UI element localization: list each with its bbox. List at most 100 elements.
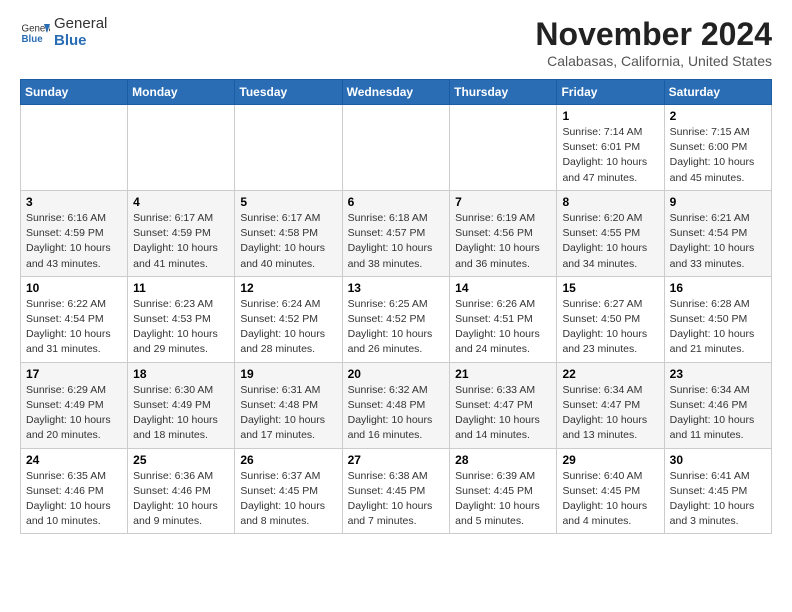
day-info: Sunrise: 6:34 AMSunset: 4:46 PMDaylight:… xyxy=(670,383,766,444)
calendar-cell: 28Sunrise: 6:39 AMSunset: 4:45 PMDayligh… xyxy=(450,448,557,534)
day-info: Sunrise: 6:28 AMSunset: 4:50 PMDaylight:… xyxy=(670,297,766,358)
calendar-cell: 18 Sunrise: 6:30 AMSunset: 4:49 PMDayligh… xyxy=(128,362,235,448)
day-info: Sunrise: 6:17 AMSunset: 4:59 PMDaylight:… xyxy=(133,211,229,272)
calendar-cell: 8 Sunrise: 6:20 AMSunset: 4:55 PMDaylight… xyxy=(557,190,664,276)
week-row-4: 17Sunrise: 6:29 AMSunset: 4:49 PMDayligh… xyxy=(21,362,772,448)
day-info: Sunrise: 6:16 AMSunset: 4:59 PMDaylight:… xyxy=(26,211,122,272)
day-number: 16 xyxy=(670,281,766,295)
day-info: Sunrise: 7:15 AMSunset: 6:00 PMDaylight:… xyxy=(670,125,766,186)
calendar-cell: 25 Sunrise: 6:36 AMSunset: 4:46 PMDayligh… xyxy=(128,448,235,534)
day-info: Sunrise: 6:20 AMSunset: 4:55 PMDaylight:… xyxy=(562,211,658,272)
day-number: 21 xyxy=(455,367,551,381)
day-info: Sunrise: 6:30 AMSunset: 4:49 PMDaylight:… xyxy=(133,383,229,444)
week-row-1: 1 Sunrise: 7:14 AMSunset: 6:01 PMDaylight… xyxy=(21,105,772,191)
calendar-cell: 20 Sunrise: 6:32 AMSunset: 4:48 PMDayligh… xyxy=(342,362,450,448)
day-number: 9 xyxy=(670,195,766,209)
day-info: Sunrise: 6:25 AMSunset: 4:52 PMDaylight:… xyxy=(348,297,445,358)
day-number: 15 xyxy=(562,281,658,295)
day-info: Sunrise: 6:18 AMSunset: 4:57 PMDaylight:… xyxy=(348,211,445,272)
title-block: November 2024 Calabasas, California, Uni… xyxy=(535,16,772,69)
day-info: Sunrise: 6:40 AMSunset: 4:45 PMDaylight:… xyxy=(562,469,658,530)
day-number: 24 xyxy=(26,453,122,467)
calendar-cell: 3Sunrise: 6:16 AMSunset: 4:59 PMDaylight… xyxy=(21,190,128,276)
logo-text: General Blue xyxy=(54,16,107,49)
calendar-cell xyxy=(450,105,557,191)
day-info: Sunrise: 6:32 AMSunset: 4:48 PMDaylight:… xyxy=(348,383,445,444)
page-header: General Blue General Blue November 2024 … xyxy=(20,16,772,69)
day-info: Sunrise: 6:34 AMSunset: 4:47 PMDaylight:… xyxy=(562,383,658,444)
logo-general-text: General xyxy=(54,16,107,33)
calendar-cell: 17Sunrise: 6:29 AMSunset: 4:49 PMDayligh… xyxy=(21,362,128,448)
day-number: 20 xyxy=(348,367,445,381)
weekday-header-tuesday: Tuesday xyxy=(235,80,342,105)
calendar-cell: 29 Sunrise: 6:40 AMSunset: 4:45 PMDayligh… xyxy=(557,448,664,534)
calendar-cell: 12Sunrise: 6:24 AMSunset: 4:52 PMDayligh… xyxy=(235,276,342,362)
day-number: 23 xyxy=(670,367,766,381)
calendar-cell: 9 Sunrise: 6:21 AMSunset: 4:54 PMDaylight… xyxy=(664,190,771,276)
day-number: 27 xyxy=(348,453,445,467)
calendar-cell: 10Sunrise: 6:22 AMSunset: 4:54 PMDayligh… xyxy=(21,276,128,362)
day-number: 19 xyxy=(240,367,336,381)
day-number: 30 xyxy=(670,453,766,467)
day-info: Sunrise: 6:33 AMSunset: 4:47 PMDaylight:… xyxy=(455,383,551,444)
calendar-cell: 26Sunrise: 6:37 AMSunset: 4:45 PMDayligh… xyxy=(235,448,342,534)
month-title: November 2024 xyxy=(535,16,772,53)
location-subtitle: Calabasas, California, United States xyxy=(535,53,772,69)
weekday-header-monday: Monday xyxy=(128,80,235,105)
day-number: 10 xyxy=(26,281,122,295)
weekday-header-sunday: Sunday xyxy=(21,80,128,105)
calendar-cell: 19 Sunrise: 6:31 AMSunset: 4:48 PMDayligh… xyxy=(235,362,342,448)
calendar-cell: 4 Sunrise: 6:17 AMSunset: 4:59 PMDaylight… xyxy=(128,190,235,276)
day-info: Sunrise: 6:23 AMSunset: 4:53 PMDaylight:… xyxy=(133,297,229,358)
day-number: 4 xyxy=(133,195,229,209)
calendar-cell: 16 Sunrise: 6:28 AMSunset: 4:50 PMDayligh… xyxy=(664,276,771,362)
calendar-cell: 22 Sunrise: 6:34 AMSunset: 4:47 PMDayligh… xyxy=(557,362,664,448)
calendar-cell xyxy=(128,105,235,191)
day-info: Sunrise: 7:14 AMSunset: 6:01 PMDaylight:… xyxy=(562,125,658,186)
day-info: Sunrise: 6:36 AMSunset: 4:46 PMDaylight:… xyxy=(133,469,229,530)
day-number: 14 xyxy=(455,281,551,295)
day-number: 17 xyxy=(26,367,122,381)
day-info: Sunrise: 6:39 AMSunset: 4:45 PMDaylight:… xyxy=(455,469,551,530)
day-number: 8 xyxy=(562,195,658,209)
calendar-cell: 23 Sunrise: 6:34 AMSunset: 4:46 PMDayligh… xyxy=(664,362,771,448)
calendar-cell: 5Sunrise: 6:17 AMSunset: 4:58 PMDaylight… xyxy=(235,190,342,276)
day-number: 25 xyxy=(133,453,229,467)
calendar-cell: 15Sunrise: 6:27 AMSunset: 4:50 PMDayligh… xyxy=(557,276,664,362)
week-row-2: 3Sunrise: 6:16 AMSunset: 4:59 PMDaylight… xyxy=(21,190,772,276)
day-number: 22 xyxy=(562,367,658,381)
day-number: 1 xyxy=(562,109,658,123)
calendar-cell: 11 Sunrise: 6:23 AMSunset: 4:53 PMDayligh… xyxy=(128,276,235,362)
calendar-cell: 6Sunrise: 6:18 AMSunset: 4:57 PMDaylight… xyxy=(342,190,450,276)
logo-blue-text: Blue xyxy=(54,33,107,50)
day-number: 7 xyxy=(455,195,551,209)
calendar-cell: 1 Sunrise: 7:14 AMSunset: 6:01 PMDaylight… xyxy=(557,105,664,191)
calendar-cell: 13 Sunrise: 6:25 AMSunset: 4:52 PMDayligh… xyxy=(342,276,450,362)
day-number: 18 xyxy=(133,367,229,381)
day-info: Sunrise: 6:21 AMSunset: 4:54 PMDaylight:… xyxy=(670,211,766,272)
logo: General Blue General Blue xyxy=(20,16,107,49)
day-info: Sunrise: 6:26 AMSunset: 4:51 PMDaylight:… xyxy=(455,297,551,358)
calendar-cell xyxy=(21,105,128,191)
day-info: Sunrise: 6:31 AMSunset: 4:48 PMDaylight:… xyxy=(240,383,336,444)
calendar-table: SundayMondayTuesdayWednesdayThursdayFrid… xyxy=(20,79,772,534)
calendar-cell: 30Sunrise: 6:41 AMSunset: 4:45 PMDayligh… xyxy=(664,448,771,534)
day-number: 26 xyxy=(240,453,336,467)
calendar-cell: 7Sunrise: 6:19 AMSunset: 4:56 PMDaylight… xyxy=(450,190,557,276)
weekday-header-row: SundayMondayTuesdayWednesdayThursdayFrid… xyxy=(21,80,772,105)
day-number: 29 xyxy=(562,453,658,467)
weekday-header-friday: Friday xyxy=(557,80,664,105)
day-number: 11 xyxy=(133,281,229,295)
weekday-header-saturday: Saturday xyxy=(664,80,771,105)
day-number: 13 xyxy=(348,281,445,295)
calendar-cell: 14 Sunrise: 6:26 AMSunset: 4:51 PMDayligh… xyxy=(450,276,557,362)
calendar-cell: 2Sunrise: 7:15 AMSunset: 6:00 PMDaylight… xyxy=(664,105,771,191)
week-row-3: 10Sunrise: 6:22 AMSunset: 4:54 PMDayligh… xyxy=(21,276,772,362)
day-info: Sunrise: 6:17 AMSunset: 4:58 PMDaylight:… xyxy=(240,211,336,272)
day-info: Sunrise: 6:35 AMSunset: 4:46 PMDaylight:… xyxy=(26,469,122,530)
calendar-cell: 21 Sunrise: 6:33 AMSunset: 4:47 PMDayligh… xyxy=(450,362,557,448)
weekday-header-wednesday: Wednesday xyxy=(342,80,450,105)
calendar-cell xyxy=(342,105,450,191)
calendar-cell: 27Sunrise: 6:38 AMSunset: 4:45 PMDayligh… xyxy=(342,448,450,534)
calendar-cell: 24 Sunrise: 6:35 AMSunset: 4:46 PMDayligh… xyxy=(21,448,128,534)
